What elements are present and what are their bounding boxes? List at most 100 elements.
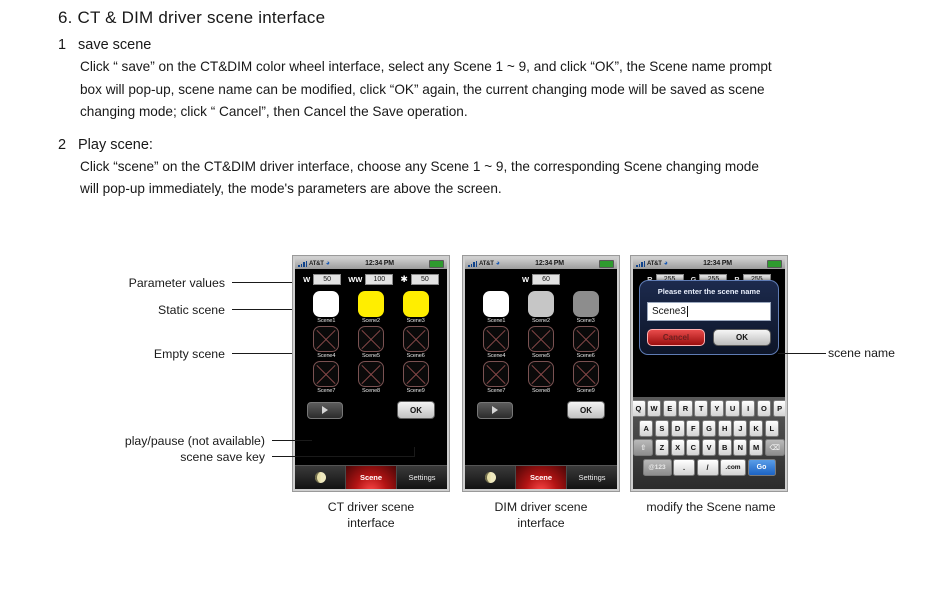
scene-tile-4[interactable]: Scene4 — [304, 326, 349, 359]
scene-tile-2[interactable]: Scene2 — [349, 291, 394, 324]
ok-button[interactable]: OK — [713, 329, 771, 346]
key-x[interactable]: X — [670, 439, 685, 456]
scene-swatch-empty[interactable] — [527, 326, 554, 352]
key-period[interactable]: . — [673, 458, 695, 476]
scene-swatch-empty[interactable] — [402, 361, 429, 387]
param-w-value[interactable]: 60 — [532, 274, 561, 285]
scene-tile-6[interactable]: Scene6 — [563, 326, 608, 359]
tab-mode[interactable] — [295, 466, 346, 489]
key-dotcom[interactable]: .com — [720, 458, 746, 476]
battery-icon — [429, 259, 444, 268]
key-g[interactable]: G — [701, 419, 717, 437]
param-brightness-value[interactable]: 50 — [410, 274, 439, 285]
key-p[interactable]: P — [772, 400, 785, 417]
key-i[interactable]: I — [741, 400, 756, 417]
scene-tile-9[interactable]: Scene9 — [563, 361, 608, 394]
scene-name-input[interactable]: Scene3 — [647, 302, 771, 321]
shift-key-icon[interactable]: ⇧ — [633, 439, 654, 456]
key-e[interactable]: E — [662, 400, 677, 417]
caption-ct: CT driver scene interface — [292, 499, 450, 531]
scene-swatch[interactable] — [572, 291, 599, 317]
key-b[interactable]: B — [717, 439, 732, 456]
scene-tile-3[interactable]: Scene3 — [393, 291, 438, 324]
scene-swatch[interactable] — [527, 291, 554, 317]
play-pause-button[interactable] — [477, 401, 513, 419]
battery-icon — [767, 259, 782, 268]
param-w-value[interactable]: 50 — [313, 274, 342, 285]
tab-scene[interactable]: Scene — [346, 466, 397, 489]
caption-dim-line1: DIM driver scene — [494, 500, 588, 514]
key-m[interactable]: M — [748, 439, 764, 456]
scene-swatch-empty[interactable] — [313, 326, 340, 352]
key-j[interactable]: J — [733, 419, 748, 437]
scene-label: Scene5 — [531, 353, 551, 359]
scene-tile-7[interactable]: Scene7 — [474, 361, 519, 394]
tab-settings[interactable]: Settings — [397, 466, 447, 489]
section-1-line-3: changing mode; click “ Cancel”, then Can… — [80, 104, 468, 119]
scene-grid-dim: Scene1 Scene2 Scene3 Scene4 Scene5 Scene… — [465, 289, 617, 394]
key-h[interactable]: H — [717, 419, 732, 437]
ok-button[interactable]: OK — [567, 401, 605, 419]
backspace-key-icon[interactable]: ⌫ — [764, 439, 785, 456]
leader-static-scene — [232, 309, 292, 310]
leader-scene-save-key-h — [272, 456, 414, 457]
scene-tile-7[interactable]: Scene7 — [304, 361, 349, 394]
go-key[interactable]: Go — [747, 458, 776, 476]
scene-swatch-empty[interactable] — [313, 361, 340, 387]
scene-label: Scene3 — [406, 318, 425, 324]
ok-button[interactable]: OK — [397, 401, 435, 419]
scene-swatch-empty[interactable] — [402, 326, 429, 352]
scene-swatch[interactable] — [483, 291, 510, 317]
key-c[interactable]: C — [686, 439, 701, 456]
scene-swatch-empty[interactable] — [483, 361, 510, 387]
keyboard-row-4: @123 . / .com Go — [635, 458, 783, 476]
key-w[interactable]: W — [647, 400, 662, 417]
param-w: W 50 — [303, 274, 342, 285]
scene-swatch[interactable] — [313, 291, 340, 317]
scene-swatch-empty[interactable] — [483, 326, 510, 352]
key-n[interactable]: N — [733, 439, 748, 456]
key-a[interactable]: A — [639, 419, 654, 437]
moon-icon — [484, 472, 496, 483]
key-u[interactable]: U — [725, 400, 740, 417]
scene-tile-9[interactable]: Scene9 — [393, 361, 438, 394]
cancel-button[interactable]: Cancel — [647, 329, 705, 346]
key-t[interactable]: T — [694, 400, 709, 417]
scene-swatch-empty[interactable] — [527, 361, 554, 387]
key-slash[interactable]: / — [696, 458, 719, 476]
scene-tile-1[interactable]: Scene1 — [474, 291, 519, 324]
scene-tile-6[interactable]: Scene6 — [393, 326, 438, 359]
scene-swatch-empty[interactable] — [357, 326, 384, 352]
scene-swatch-empty[interactable] — [572, 361, 599, 387]
numeric-mode-key[interactable]: @123 — [642, 458, 672, 476]
scene-tile-2[interactable]: Scene2 — [519, 291, 564, 324]
key-f[interactable]: F — [686, 419, 701, 437]
scene-tile-8[interactable]: Scene8 — [349, 361, 394, 394]
play-pause-button[interactable] — [307, 401, 343, 419]
scene-swatch[interactable] — [402, 291, 429, 317]
key-v[interactable]: V — [701, 439, 717, 456]
scene-tile-5[interactable]: Scene5 — [519, 326, 564, 359]
key-l[interactable]: L — [764, 419, 779, 437]
scene-swatch-empty[interactable] — [572, 326, 599, 352]
key-z[interactable]: Z — [654, 439, 670, 456]
scene-tile-1[interactable]: Scene1 — [304, 291, 349, 324]
param-ww-value[interactable]: 100 — [365, 274, 394, 285]
key-r[interactable]: R — [678, 400, 693, 417]
key-s[interactable]: S — [654, 419, 670, 437]
scene-tile-3[interactable]: Scene3 — [563, 291, 608, 324]
key-o[interactable]: O — [756, 400, 771, 417]
scene-tile-4[interactable]: Scene4 — [474, 326, 519, 359]
scene-tile-5[interactable]: Scene5 — [349, 326, 394, 359]
key-y[interactable]: Y — [709, 400, 724, 417]
scene-swatch-empty[interactable] — [357, 361, 384, 387]
tab-settings[interactable]: Settings — [567, 466, 617, 489]
key-d[interactable]: D — [670, 419, 685, 437]
scene-tile-8[interactable]: Scene8 — [519, 361, 564, 394]
key-k[interactable]: K — [748, 419, 764, 437]
scene-swatch[interactable] — [357, 291, 384, 317]
key-q[interactable]: Q — [633, 400, 646, 417]
tab-scene[interactable]: Scene — [516, 466, 567, 489]
tab-mode[interactable] — [465, 466, 516, 489]
keyboard-row-1: Q W E R T Y U I O P — [633, 400, 785, 417]
